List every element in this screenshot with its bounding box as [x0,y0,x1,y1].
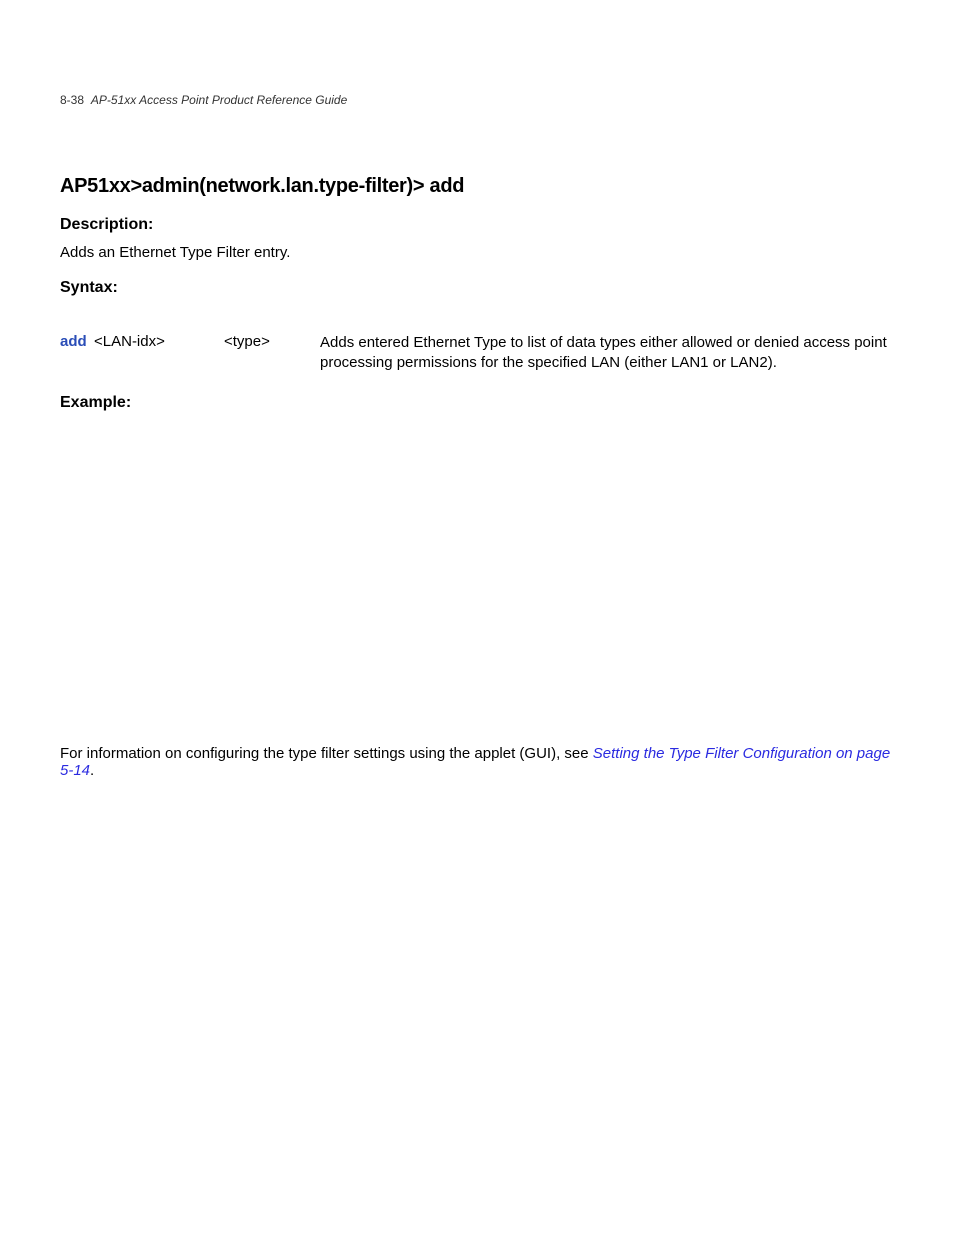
footer-text: For information on configuring the type … [60,745,593,762]
doc-title: AP-51xx Access Point Product Reference G… [91,93,347,107]
syntax-row: add <LAN-idx> <type> Adds entered Ethern… [60,333,894,374]
example-heading: Example: [60,394,894,412]
footer-note: For information on configuring the type … [60,745,894,779]
footer-period: . [90,762,94,779]
syntax-description: Adds entered Ethernet Type to list of da… [320,333,894,374]
command-title: AP51xx>admin(network.lan.type-filter)> a… [60,175,894,198]
page-header: 8-38 AP-51xx Access Point Product Refere… [60,93,894,107]
syntax-arg-type: <type> [224,333,320,374]
page-number: 8-38 [60,93,84,107]
description-heading: Description: [60,216,894,234]
description-text: Adds an Ethernet Type Filter entry. [60,244,894,261]
document-page: 8-38 AP-51xx Access Point Product Refere… [0,0,954,472]
syntax-heading: Syntax: [60,279,894,297]
syntax-arg-lan-idx: <LAN-idx> [94,333,224,374]
syntax-command: add [60,333,94,374]
